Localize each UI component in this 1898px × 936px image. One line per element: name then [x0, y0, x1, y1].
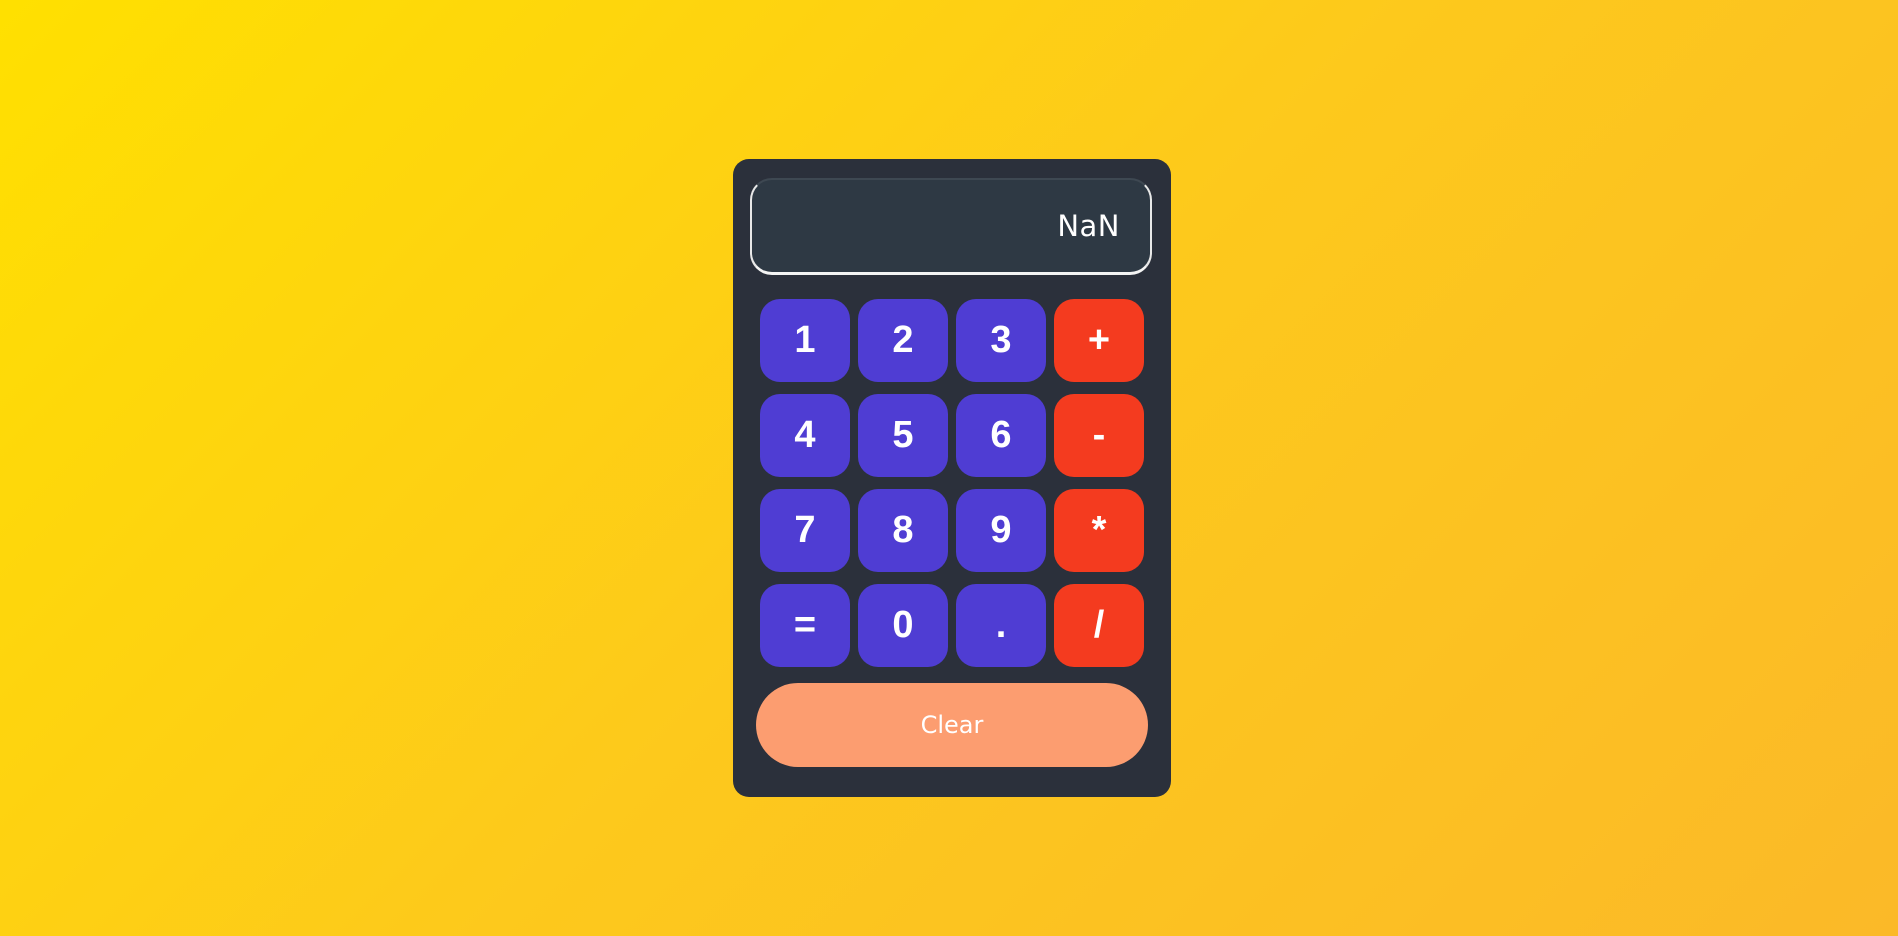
key-2[interactable]: 2	[858, 299, 948, 382]
keypad: 1 2 3 + 4 5 6 - 7 8 9 * = 0 . /	[760, 299, 1144, 667]
key-multiply[interactable]: *	[1054, 489, 1144, 572]
key-4[interactable]: 4	[760, 394, 850, 477]
key-decimal[interactable]: .	[956, 584, 1046, 667]
clear-button[interactable]: Clear	[756, 683, 1148, 767]
key-subtract[interactable]: -	[1054, 394, 1144, 477]
calculator-display: NaN	[750, 178, 1152, 275]
key-5[interactable]: 5	[858, 394, 948, 477]
calculator: NaN 1 2 3 + 4 5 6 - 7 8 9 * = 0 . / Clea…	[733, 159, 1171, 797]
key-6[interactable]: 6	[956, 394, 1046, 477]
key-3[interactable]: 3	[956, 299, 1046, 382]
key-divide[interactable]: /	[1054, 584, 1144, 667]
key-8[interactable]: 8	[858, 489, 948, 572]
key-1[interactable]: 1	[760, 299, 850, 382]
key-equals[interactable]: =	[760, 584, 850, 667]
key-9[interactable]: 9	[956, 489, 1046, 572]
key-7[interactable]: 7	[760, 489, 850, 572]
display-value: NaN	[1057, 209, 1120, 243]
key-0[interactable]: 0	[858, 584, 948, 667]
key-add[interactable]: +	[1054, 299, 1144, 382]
